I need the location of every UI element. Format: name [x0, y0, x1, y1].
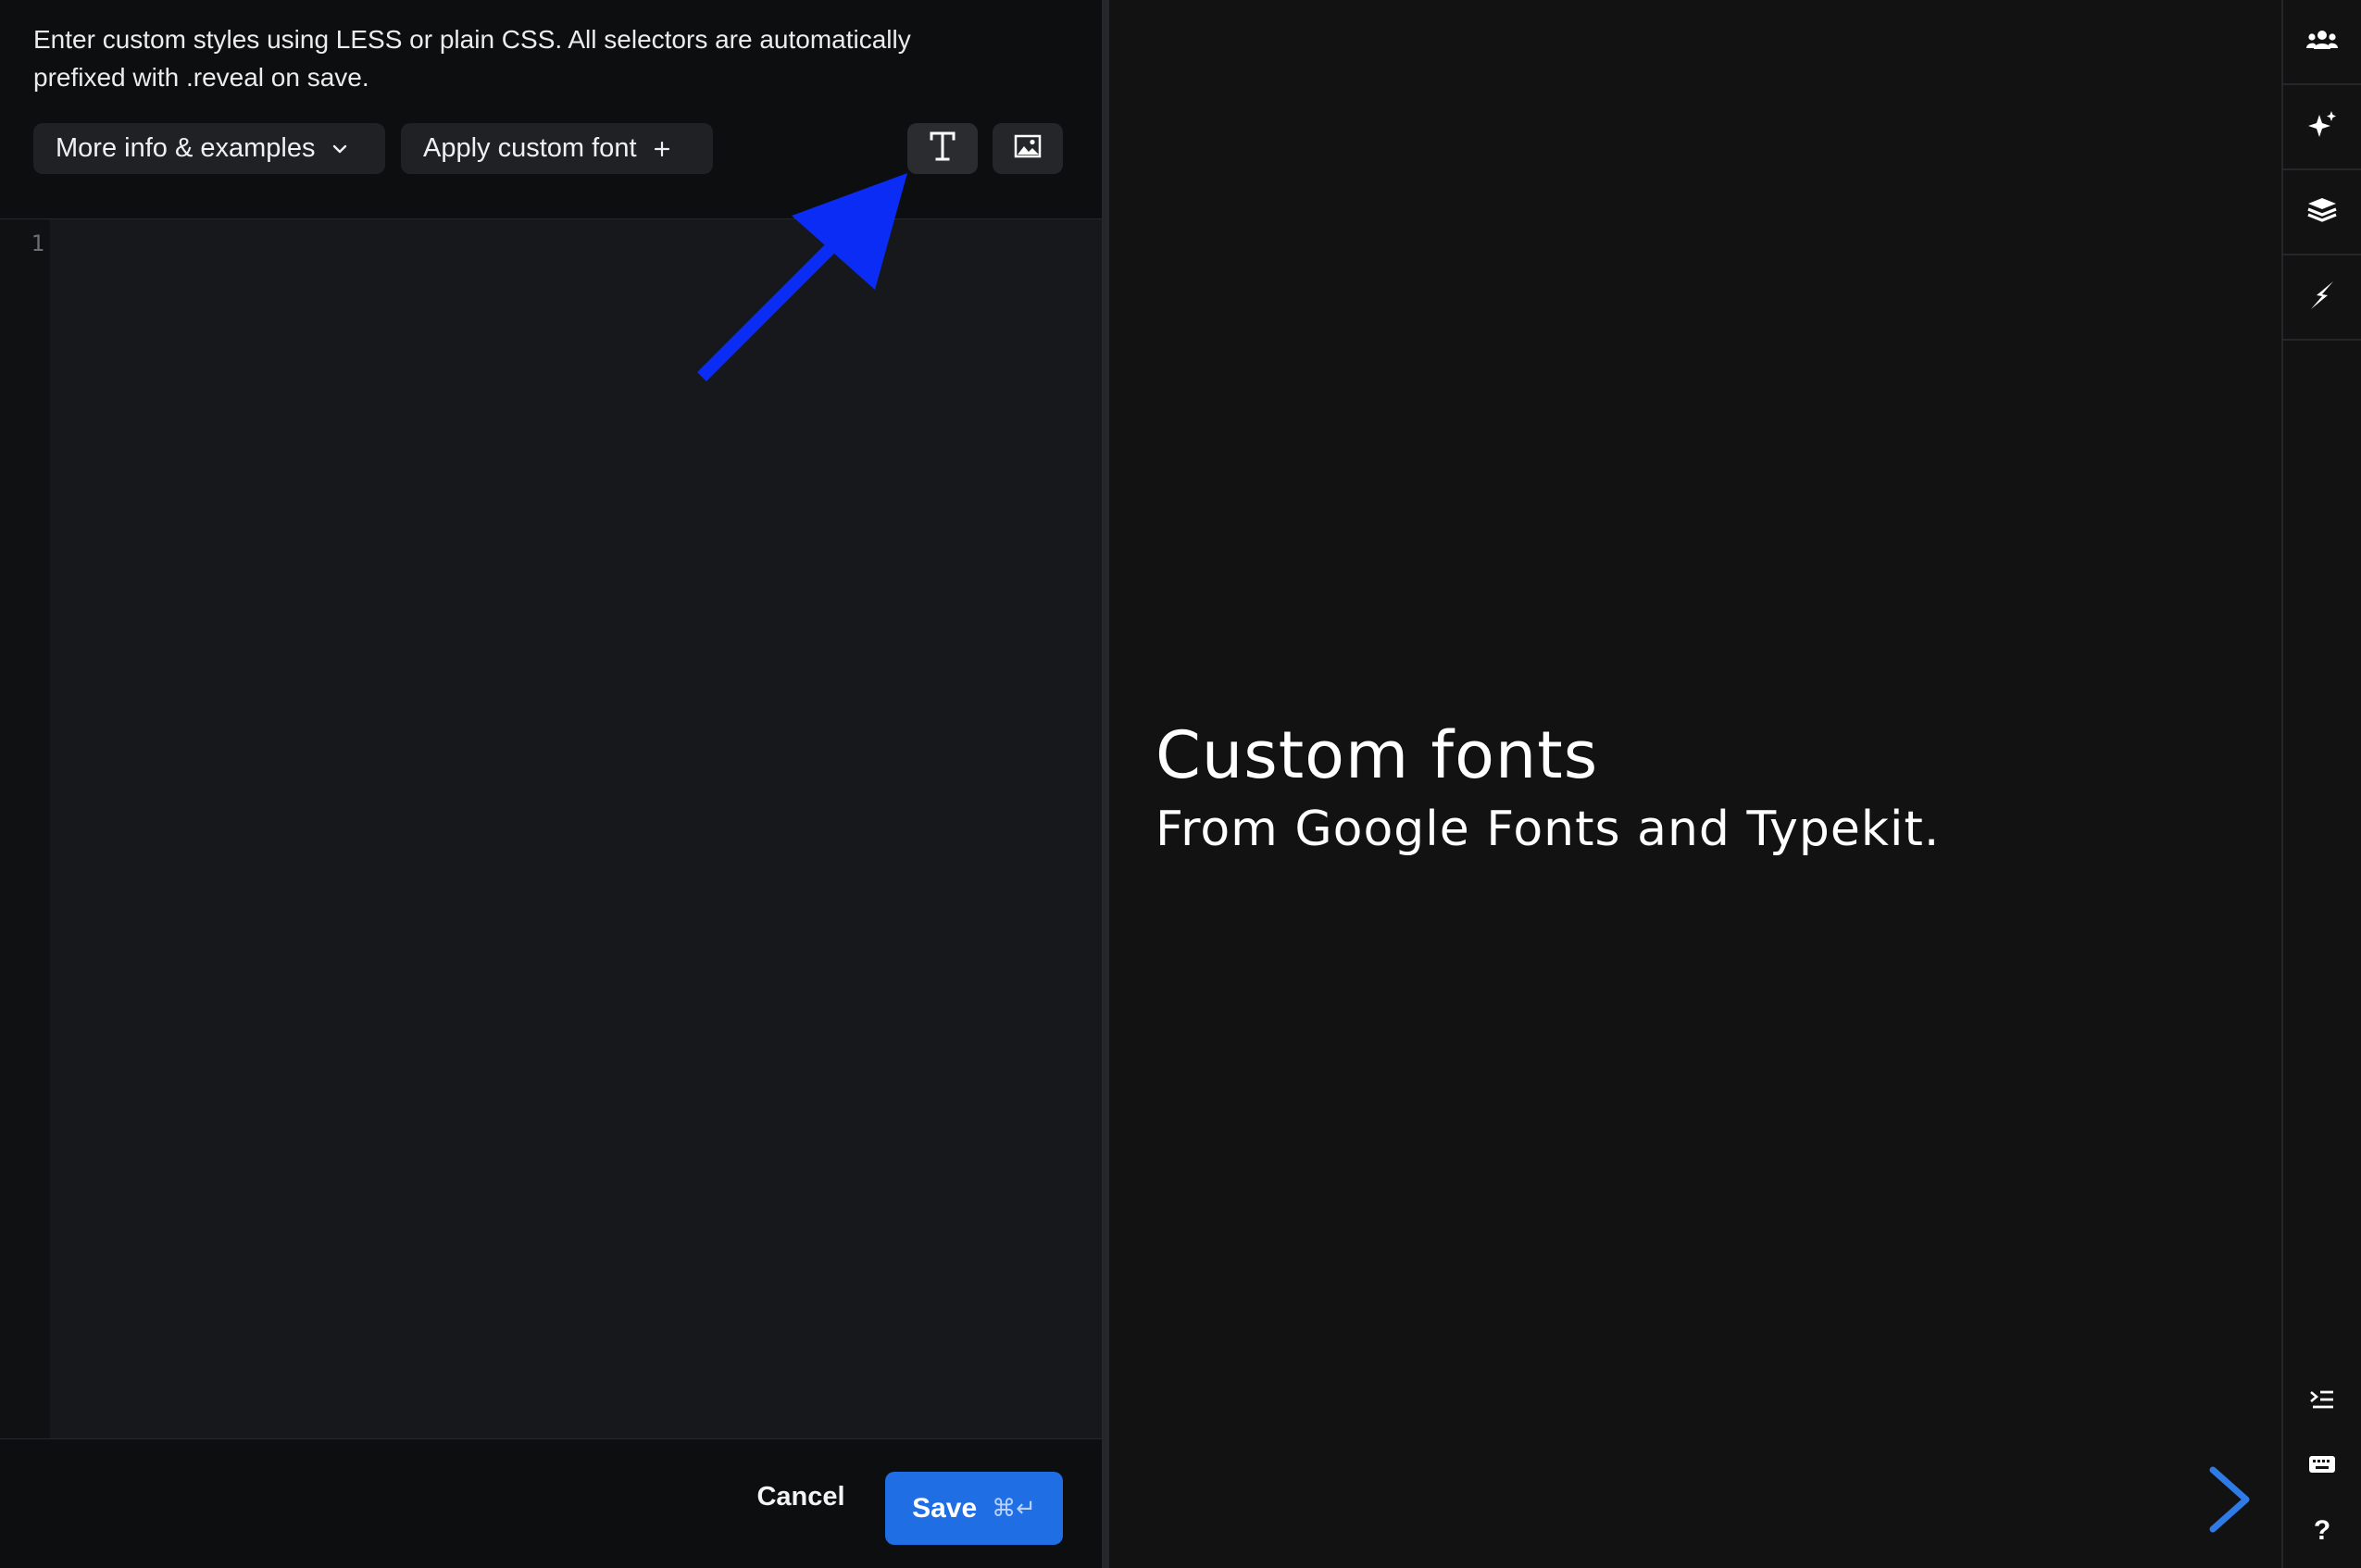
save-label: Save	[912, 1492, 978, 1524]
save-shortcut: ⌘↵	[992, 1494, 1036, 1522]
side-toolbar: ?	[2281, 0, 2361, 1568]
more-info-label: More info & examples	[56, 133, 316, 163]
image-icon	[1014, 134, 1042, 163]
cancel-button[interactable]: Cancel	[731, 1472, 870, 1523]
code-editor[interactable]: 1	[0, 219, 1102, 1438]
panel-splitter[interactable]	[1102, 0, 1109, 1568]
ai-magic-button[interactable]	[2283, 85, 2361, 170]
help-icon: ?	[2313, 1515, 2331, 1546]
css-editor-panel: Enter custom styles using LESS or plain …	[0, 0, 1102, 1568]
collaborators-button[interactable]	[2283, 0, 2361, 85]
insert-image-button[interactable]	[993, 123, 1063, 174]
lightning-icon	[2308, 280, 2336, 316]
app-window: Enter custom styles using LESS or plain …	[0, 0, 2361, 1568]
plus-icon	[654, 141, 670, 157]
more-info-dropdown[interactable]: More info & examples	[33, 123, 385, 174]
line-number-gutter: 1	[0, 219, 50, 1438]
keyboard-icon	[2308, 1454, 2336, 1479]
layers-button[interactable]	[2283, 170, 2361, 255]
chevron-right-icon	[2209, 1466, 2250, 1533]
users-icon	[2305, 29, 2339, 56]
slide-subtitle: From Google Fonts and Typekit.	[1156, 802, 1941, 857]
next-slide-arrow[interactable]	[2202, 1462, 2257, 1537]
keyboard-shortcuts-button[interactable]	[2283, 1438, 2361, 1494]
slide-title: Custom fonts	[1156, 717, 1599, 793]
sparkle-icon	[2306, 109, 2338, 145]
apply-custom-font-button[interactable]: Apply custom font	[401, 123, 713, 174]
apply-font-label: Apply custom font	[423, 133, 637, 163]
annotation-arrow-icon	[697, 173, 907, 381]
editor-description: Enter custom styles using LESS or plain …	[33, 25, 911, 92]
outline-list-icon	[2309, 1389, 2335, 1414]
text-font-icon	[929, 131, 956, 167]
save-button[interactable]: Save ⌘↵	[885, 1472, 1063, 1545]
slide-preview: Custom fonts From Google Fonts and Typek…	[1109, 0, 2281, 1568]
layers-icon	[2306, 196, 2338, 229]
animation-button[interactable]	[2283, 255, 2361, 341]
outline-button[interactable]	[2283, 1374, 2361, 1429]
editor-header: Enter custom styles using LESS or plain …	[0, 0, 1102, 219]
chevron-down-icon	[331, 141, 348, 157]
help-button[interactable]: ?	[2283, 1503, 2361, 1559]
line-number: 1	[31, 230, 44, 256]
editor-footer: Cancel Save ⌘↵	[0, 1438, 1102, 1568]
